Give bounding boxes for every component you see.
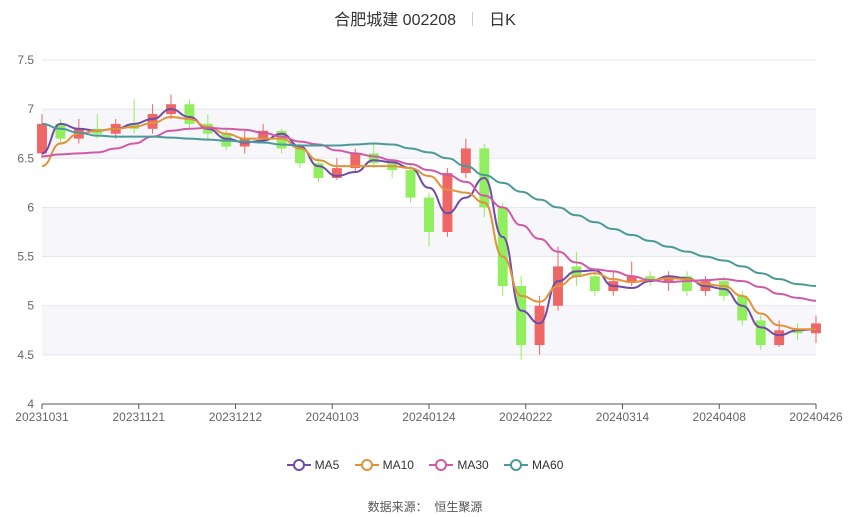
candle-body: [460, 148, 471, 174]
legend-item-ma60[interactable]: MA60: [504, 458, 563, 472]
ma30-legend-icon: [429, 459, 454, 471]
candle-body: [184, 104, 195, 124]
y-tick-label: 5.5: [17, 250, 34, 264]
data-source: 数据来源： 恒生聚源: [0, 498, 850, 515]
y-tick-label: 6: [27, 200, 34, 214]
legend-label-ma30: MA30: [457, 458, 489, 472]
candle-body: [589, 276, 600, 291]
candle-body: [774, 330, 785, 346]
ma60-legend-icon: [504, 459, 529, 471]
candle-body: [147, 114, 158, 129]
x-tick-label: 20240408: [693, 410, 747, 424]
candle-body: [442, 173, 453, 232]
kline-chart: 4 4.5 5 5.5 6 6.5 7 7.5 20231031 20231121 20231212…: [15, 53, 843, 424]
candle-body: [424, 197, 434, 232]
candle-body: [295, 148, 305, 164]
y-tick-label: 7.5: [17, 53, 34, 67]
chart-legend: MA5 MA10 MA30 MA60: [0, 458, 850, 472]
source-name: 恒生聚源: [434, 500, 483, 514]
x-tick-label: 20231031: [15, 410, 69, 424]
grid-band: [42, 305, 816, 355]
candle-body: [497, 207, 508, 287]
x-tick-label: 20240314: [596, 410, 650, 424]
y-tick-label: 4.5: [17, 348, 34, 362]
legend-item-ma5[interactable]: MA5: [286, 458, 340, 472]
legend-item-ma10[interactable]: MA10: [354, 458, 414, 472]
x-tick-label: 20240124: [402, 410, 456, 424]
candle-body: [534, 305, 545, 346]
y-tick-label: 4: [27, 397, 34, 411]
ma10-legend-icon: [354, 459, 379, 471]
y-tick-label: 7: [27, 102, 34, 116]
candle-body: [755, 320, 766, 346]
y-tick-label: 5: [27, 299, 34, 313]
legend-label-ma5: MA5: [314, 458, 340, 472]
legend-item-ma30[interactable]: MA30: [429, 458, 489, 472]
source-label: 数据来源：: [367, 500, 428, 514]
x-tick-label: 20231212: [209, 410, 263, 424]
x-tick-label: 20240103: [306, 410, 360, 424]
candle-body: [37, 123, 47, 154]
x-tick-label: 20240426: [789, 410, 843, 424]
candle-body: [405, 170, 416, 198]
ma5-legend-icon: [286, 459, 311, 471]
x-tick-label: 20231121: [113, 410, 166, 424]
legend-label-ma60: MA60: [532, 458, 564, 472]
y-tick-label: 6.5: [17, 151, 34, 165]
x-tick-label: 20240222: [499, 410, 553, 424]
legend-label-ma10: MA10: [382, 458, 414, 472]
